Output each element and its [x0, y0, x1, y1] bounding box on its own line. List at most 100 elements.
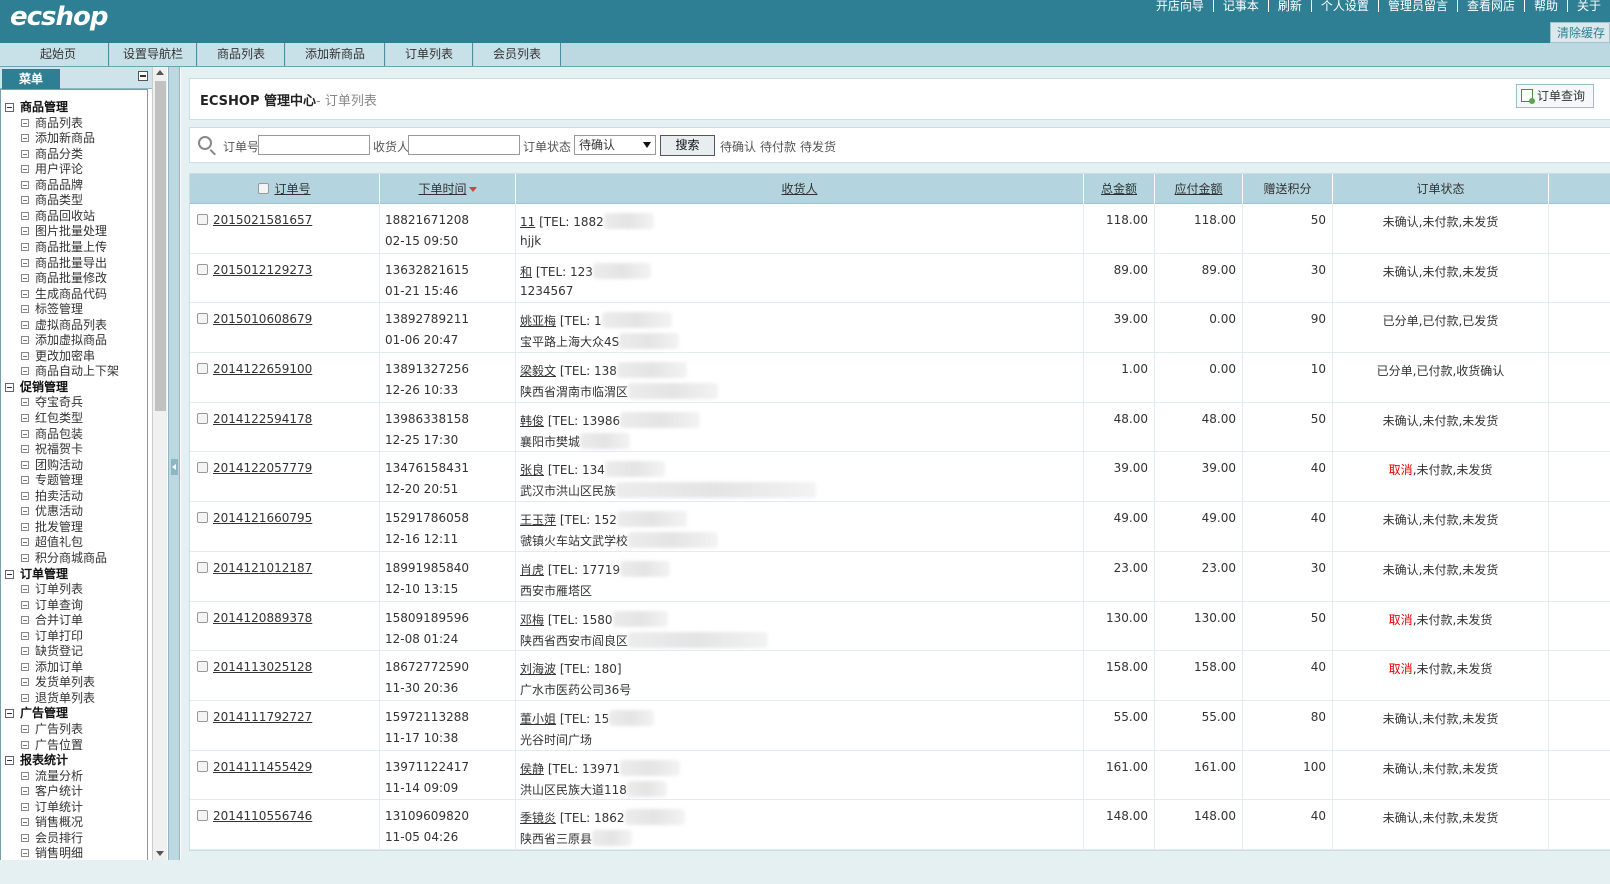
consignee-name-link[interactable]: 刘海波 — [520, 662, 556, 676]
menu-item[interactable]: 添加新商品 — [21, 130, 95, 146]
collapse-icon[interactable] — [5, 756, 14, 766]
menu-item[interactable]: 团购活动 — [21, 457, 83, 473]
menu-item[interactable]: 退货单列表 — [21, 690, 95, 706]
clear-cache-button[interactable]: 清除缓存 — [1549, 22, 1610, 43]
menu-item[interactable]: 商品批量导出 — [21, 255, 107, 271]
menu-item[interactable]: 图片批量处理 — [21, 223, 107, 239]
menu-item[interactable]: 商品列表 — [21, 115, 83, 131]
nav-tab[interactable]: 订单列表 — [386, 43, 473, 66]
menu-item[interactable]: 订单查询 — [21, 597, 83, 613]
order-no-link[interactable]: 2014111455429 — [213, 760, 312, 774]
consignee-name-link[interactable]: 季镜炎 — [520, 811, 556, 825]
menu-item[interactable]: 商品自动上下架 — [21, 363, 119, 379]
order-no-link[interactable]: 2014122594178 — [213, 412, 312, 426]
nav-tab[interactable]: 添加新商品 — [286, 43, 385, 66]
order-no-input[interactable] — [258, 135, 370, 155]
scroll-thumb[interactable] — [155, 81, 166, 411]
order-no-link[interactable]: 2015010608679 — [213, 312, 312, 326]
search-button[interactable]: 搜索 — [660, 135, 715, 156]
consignee-name-link[interactable]: 和 — [520, 265, 532, 279]
consignee-name-link[interactable]: 姚亚梅 — [520, 314, 556, 328]
row-checkbox[interactable] — [197, 462, 208, 474]
nav-tab[interactable]: 商品列表 — [198, 43, 285, 66]
top-link[interactable]: 刷新 — [1267, 0, 1311, 12]
header-consignee[interactable]: 收货人 — [516, 174, 1084, 204]
consignee-name-link[interactable]: 邓梅 — [520, 613, 544, 627]
header-consignee-label[interactable]: 收货人 — [781, 182, 817, 196]
top-link[interactable]: 开店向导 — [1147, 0, 1213, 12]
order-query-button[interactable]: 订单查询 — [1516, 84, 1595, 108]
menu-item[interactable]: 超值礼包 — [21, 534, 83, 550]
menu-item[interactable]: 添加虚拟商品 — [21, 332, 107, 348]
header-order-time-label[interactable]: 下单时间 — [418, 182, 466, 196]
menu-item[interactable]: 发货单列表 — [21, 674, 95, 690]
menu-item[interactable]: 添加订单 — [21, 659, 83, 675]
row-checkbox[interactable] — [197, 313, 208, 325]
menu-item[interactable]: 更改加密串 — [21, 348, 95, 364]
row-checkbox[interactable] — [197, 214, 208, 225]
menu-group[interactable]: 广告管理 — [5, 705, 68, 721]
menu-item[interactable]: 销售概况 — [21, 814, 83, 830]
filter-unpaid[interactable]: 待付款 — [760, 140, 796, 154]
menu-item[interactable]: 用户评论 — [21, 161, 83, 177]
collapse-icon[interactable] — [5, 709, 14, 719]
menu-item[interactable]: 合并订单 — [21, 612, 83, 628]
menu-group[interactable]: 订单管理 — [5, 566, 68, 582]
row-checkbox[interactable] — [197, 661, 208, 673]
order-no-link[interactable]: 2014113025128 — [213, 660, 312, 674]
scroll-down-icon[interactable] — [156, 851, 164, 856]
row-checkbox[interactable] — [197, 810, 208, 822]
nav-tab[interactable]: 起始页 — [0, 43, 109, 66]
row-checkbox[interactable] — [197, 611, 208, 623]
nav-tab[interactable]: 设置导航栏 — [110, 43, 197, 66]
row-checkbox[interactable] — [197, 363, 208, 375]
ecshop-logo[interactable]: ecshop — [10, 2, 109, 32]
header-total-label[interactable]: 总金额 — [1101, 182, 1137, 196]
consignee-name-link[interactable]: 韩俊 — [520, 414, 544, 428]
menu-item[interactable]: 祝福贺卡 — [21, 441, 83, 457]
menu-item[interactable]: 商品分类 — [21, 146, 83, 162]
menu-item[interactable]: 红包类型 — [21, 410, 83, 426]
order-no-link[interactable]: 2014121660795 — [213, 511, 312, 525]
menu-group[interactable]: 促销管理 — [5, 379, 68, 395]
menu-item[interactable]: 销售明细 — [21, 845, 83, 861]
menu-item[interactable]: 夺宝奇兵 — [21, 394, 83, 410]
menu-item[interactable]: 商品回收站 — [21, 208, 95, 224]
menu-item[interactable]: 缺货登记 — [21, 643, 83, 659]
menu-item[interactable]: 流量分析 — [21, 768, 83, 784]
order-no-link[interactable]: 2014122057779 — [213, 461, 312, 475]
consignee-name-link[interactable]: 董小姐 — [520, 712, 556, 726]
menu-item[interactable]: 优惠活动 — [21, 503, 83, 519]
filter-unshipped[interactable]: 待发货 — [800, 140, 836, 154]
menu-item[interactable]: 商品品牌 — [21, 177, 83, 193]
order-status-select[interactable]: 待确认 — [574, 135, 656, 155]
row-checkbox[interactable] — [197, 412, 208, 424]
collapse-left-icon[interactable] — [171, 459, 178, 475]
menu-group[interactable]: 报表统计 — [5, 752, 68, 768]
consignee-name-link[interactable]: 侯静 — [520, 762, 544, 776]
menu-item[interactable]: 商品包装 — [21, 426, 83, 442]
row-checkbox[interactable] — [197, 561, 208, 573]
header-total[interactable]: 总金额 — [1084, 174, 1155, 204]
nav-tab[interactable]: 会员列表 — [474, 43, 561, 66]
top-link[interactable]: 记事本 — [1212, 0, 1268, 12]
menu-group[interactable]: 商品管理 — [5, 99, 68, 115]
menu-item[interactable]: 虚拟商品列表 — [21, 317, 107, 333]
header-order-time[interactable]: 下单时间 — [380, 174, 516, 204]
menu-item[interactable]: 生成商品代码 — [21, 286, 107, 302]
order-no-link[interactable]: 2014121012187 — [213, 561, 312, 575]
row-checkbox[interactable] — [197, 760, 208, 772]
top-link[interactable]: 个人设置 — [1310, 0, 1378, 12]
menu-collapse-icon[interactable] — [138, 71, 148, 81]
menu-tab[interactable]: 菜单 — [2, 69, 60, 89]
order-no-link[interactable]: 2014110556746 — [213, 809, 312, 823]
consignee-name-link[interactable]: 梁毅文 — [520, 364, 556, 378]
select-all-checkbox[interactable] — [258, 183, 270, 194]
top-link[interactable]: 关于 — [1566, 0, 1610, 12]
panel-splitter[interactable] — [168, 67, 180, 860]
consignee-name-link[interactable]: 张良 — [520, 463, 544, 477]
menu-item[interactable]: 拍卖活动 — [21, 488, 83, 504]
top-link[interactable]: 查看网店 — [1456, 0, 1524, 12]
menu-item[interactable]: 客户统计 — [21, 783, 83, 799]
order-no-link[interactable]: 2014122659100 — [213, 362, 312, 376]
